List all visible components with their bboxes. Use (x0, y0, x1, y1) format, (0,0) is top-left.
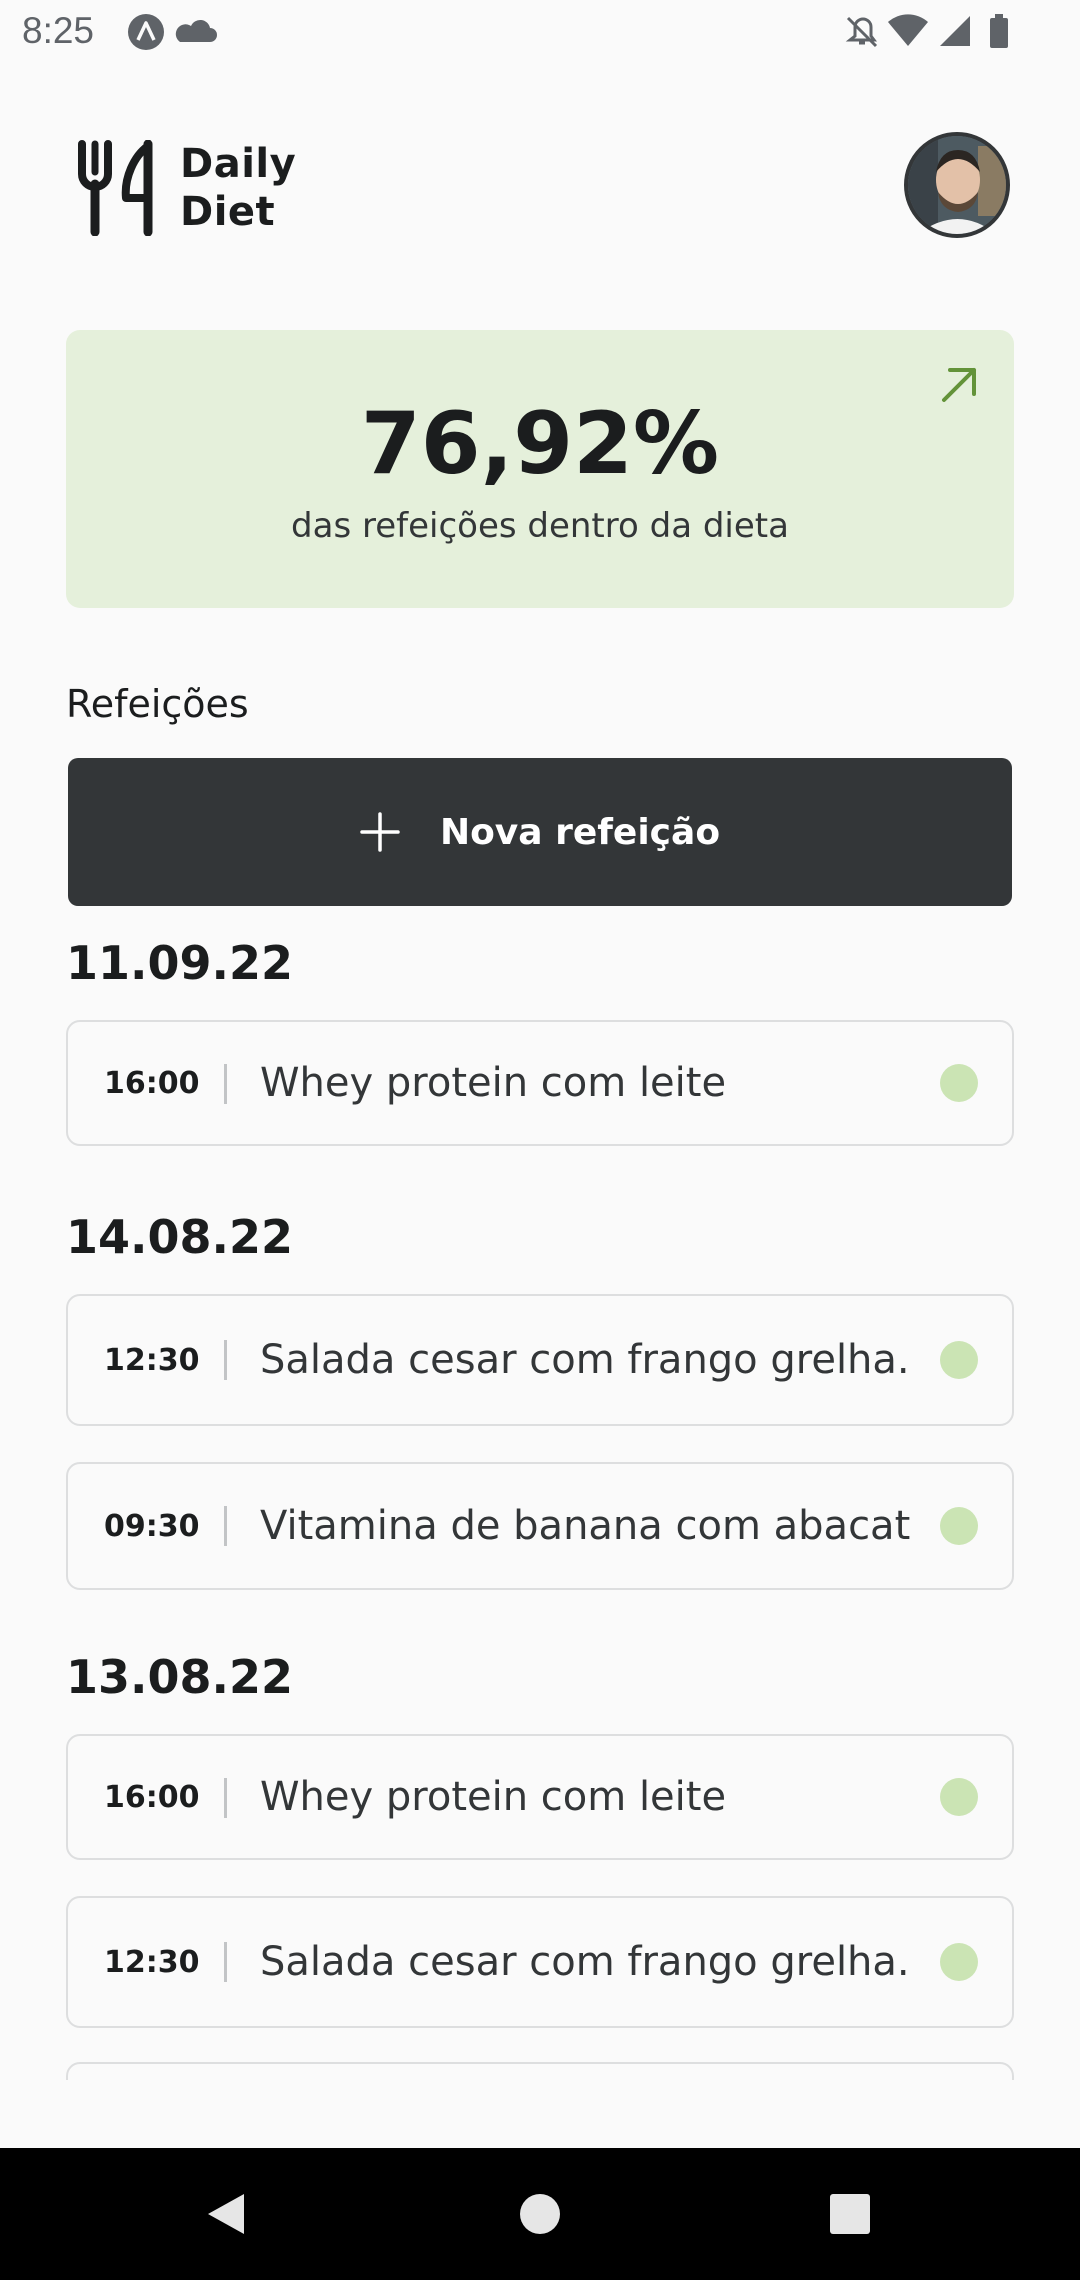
plus-icon (360, 812, 400, 852)
in-diet-status-dot (940, 1943, 978, 1981)
meal-name: Whey protein com leite (260, 1774, 727, 1820)
status-right-icons (844, 12, 1034, 56)
system-navigation-bar (0, 2148, 1080, 2280)
meal-name: Salada cesar com frango grelha... (260, 1939, 910, 1985)
meal-time: 09:30 (104, 1508, 200, 1544)
meal-list[interactable]: 11.09.22 16:00 Whey protein com leite 14… (66, 930, 1014, 2080)
meal-divider (224, 1778, 227, 1818)
date-header: 14.08.22 (66, 1210, 293, 1264)
user-avatar[interactable] (904, 132, 1010, 238)
diet-stats-card[interactable]: 76,92% das refeições dentro da dieta (66, 330, 1014, 608)
meal-item[interactable]: 16:00 Whey protein com leite (66, 1020, 1014, 1146)
in-diet-status-dot (940, 1064, 978, 1102)
back-button[interactable] (156, 2148, 296, 2280)
meal-item[interactable]: 12:30 Salada cesar com frango grelha... (66, 1896, 1014, 2028)
new-meal-button[interactable]: Nova refeição (68, 758, 1012, 906)
meal-name: Salada cesar com frango grelha... (260, 1337, 910, 1383)
meal-time: 12:30 (104, 1342, 200, 1378)
meal-name: Vitamina de banana com abacate (260, 1503, 910, 1549)
recents-button[interactable] (780, 2148, 920, 2280)
home-circle-icon (520, 2194, 560, 2234)
in-diet-status-dot (940, 1507, 978, 1545)
fork-knife-icon (78, 139, 153, 237)
meals-section-title: Refeições (66, 682, 249, 726)
wifi-icon (888, 14, 928, 46)
back-triangle-icon (208, 2194, 244, 2234)
meal-time: 16:00 (104, 1065, 200, 1101)
meal-divider (224, 1506, 227, 1546)
signal-icon (940, 16, 970, 46)
app-notification-icon (128, 14, 164, 50)
meal-divider (224, 1064, 227, 1104)
recents-square-icon (830, 2194, 870, 2234)
meal-item[interactable]: 09:30 Vitamina de banana com abacate (66, 1462, 1014, 1590)
status-left-icons (124, 12, 224, 56)
meal-time: 16:00 (104, 1779, 200, 1815)
meal-name: Whey protein com leite (260, 1060, 727, 1106)
meal-divider (224, 1942, 227, 1982)
meal-time: 12:30 (104, 1944, 200, 1980)
in-diet-status-dot (940, 1778, 978, 1816)
meal-divider (224, 1340, 227, 1380)
screen: 8:25 Daily Diet 76,92% das refeições den… (0, 0, 1080, 2280)
meal-item[interactable]: 12:30 Salada cesar com frango grelha... (66, 1294, 1014, 1426)
battery-icon (990, 14, 1008, 48)
date-header: 13.08.22 (66, 1650, 293, 1704)
diet-percentage: 76,92% (360, 394, 720, 494)
app-name: Daily Diet (180, 141, 297, 235)
new-meal-button-label: Nova refeição (439, 811, 721, 853)
diet-percentage-subtitle: das refeições dentro da dieta (291, 506, 789, 546)
in-diet-status-dot (940, 1341, 978, 1379)
status-time: 8:25 (22, 10, 95, 51)
status-bar: 8:25 (0, 0, 1080, 66)
meal-item-partial[interactable] (66, 2062, 1014, 2080)
mute-notifications-icon (845, 16, 878, 48)
app-logo: Daily Diet (78, 139, 296, 237)
home-button[interactable] (470, 2148, 610, 2280)
meal-item[interactable]: 16:00 Whey protein com leite (66, 1734, 1014, 1860)
cloud-icon (175, 19, 217, 42)
date-header: 11.09.22 (66, 936, 293, 990)
